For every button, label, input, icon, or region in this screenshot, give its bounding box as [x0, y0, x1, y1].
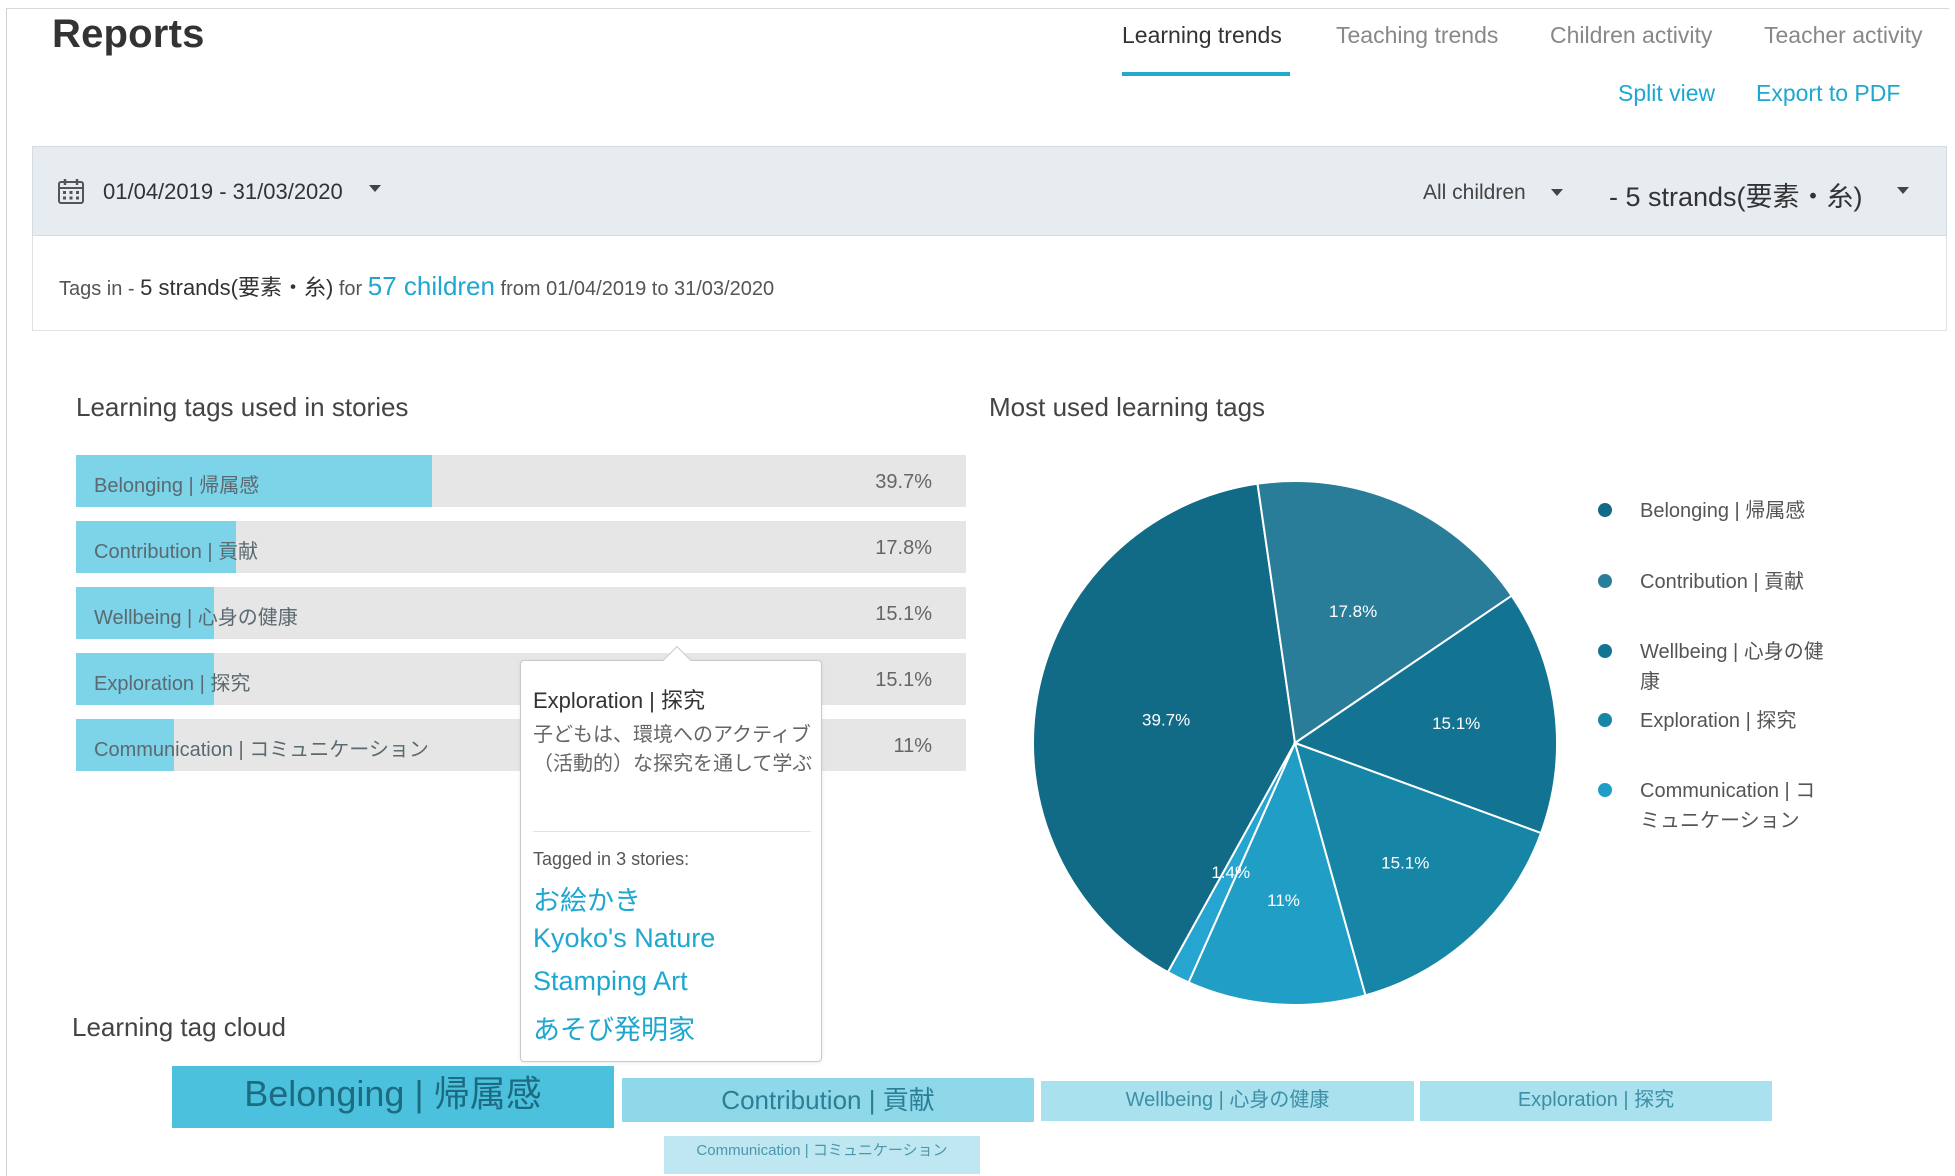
report-tabs: Learning trends Teaching trends Children…: [1100, 22, 1950, 82]
active-tab-indicator: [1122, 72, 1290, 76]
tag-bar-label: Exploration | 探究: [94, 673, 251, 695]
pie-slice-label: 15.1%: [1432, 714, 1480, 733]
tag-bar-value: 39.7%: [875, 471, 932, 493]
tag-bar-label: Wellbeing | 心身の健康: [94, 607, 298, 629]
legend-label: Communication | コミュニケーション: [1640, 780, 1816, 832]
summary-line: Tags in - 5 strands(要素・糸) for 57 childre…: [59, 270, 774, 302]
tooltip-description: 子どもは、環境へのアクティブ（活動的）な探究を通して学ぶ: [533, 724, 813, 775]
date-range-select[interactable]: 01/04/2019 - 31/03/2020: [103, 179, 343, 205]
tab-learning-trends[interactable]: Learning trends: [1122, 22, 1282, 49]
summary-prefix: Tags in -: [59, 278, 135, 300]
tag-bar-value: 15.1%: [875, 603, 932, 625]
tab-teacher-activity[interactable]: Teacher activity: [1764, 22, 1923, 49]
story-link[interactable]: あそび発明家: [533, 1008, 695, 1047]
pie-slice-label: 1.4%: [1211, 863, 1250, 882]
legend-swatch: [1598, 713, 1612, 727]
tooltip-tagged-count: Tagged in 3 stories:: [533, 849, 690, 869]
calendar-icon[interactable]: [57, 177, 85, 205]
legend-swatch: [1598, 503, 1612, 517]
tooltip-divider: [533, 831, 811, 832]
report-summary: Tags in - 5 strands(要素・糸) for 57 childre…: [32, 236, 1947, 331]
tag-bar[interactable]: Wellbeing | 心身の健康 15.1%: [76, 587, 966, 639]
children-select[interactable]: All children: [1423, 181, 1526, 205]
chevron-down-icon[interactable]: [369, 185, 381, 192]
pie-chart: 39.7% 17.8% 15.1% 15.1% 11% 1.4%: [1030, 478, 1560, 1008]
legend-label: Belonging | 帰属感: [1640, 500, 1806, 522]
tooltip-title: Exploration | 探究: [533, 688, 706, 713]
tag-bar-value: 15.1%: [875, 669, 932, 691]
story-link[interactable]: お絵かき: [533, 879, 641, 918]
cloud-section-title: Learning tag cloud: [72, 1012, 286, 1042]
tag-bar[interactable]: Belonging | 帰属感 39.7%: [76, 455, 966, 507]
tag-bar[interactable]: Contribution | 貢献 17.8%: [76, 521, 966, 573]
filter-bar: 01/04/2019 - 31/03/2020 All children - 5…: [32, 146, 1947, 236]
pie-chart-svg: 39.7% 17.8% 15.1% 15.1% 11% 1.4%: [1032, 480, 1558, 1006]
legend-label: Exploration | 探究: [1640, 710, 1797, 732]
split-view-link[interactable]: Split view: [1618, 80, 1715, 107]
strands-select[interactable]: - 5 strands(要素・糸): [1609, 175, 1863, 214]
cloud-tag[interactable]: Contribution | 貢献: [622, 1078, 1034, 1122]
children-count-link[interactable]: 57 children: [368, 271, 495, 301]
pie-slice-label: 39.7%: [1142, 710, 1190, 729]
story-link[interactable]: Kyoko's Nature: [533, 923, 715, 954]
tag-bar-label: Belonging | 帰属感: [94, 475, 260, 497]
chevron-down-icon[interactable]: [1897, 187, 1909, 194]
legend-swatch: [1598, 783, 1612, 797]
bar-section-title: Learning tags used in stories: [76, 392, 409, 422]
summary-range: from 01/04/2019 to 31/03/2020: [500, 278, 775, 300]
cloud-tag[interactable]: Exploration | 探究: [1420, 1081, 1772, 1121]
tag-tooltip: Exploration | 探究 子どもは、環境へのアクティブ（活動的）な探究を…: [520, 645, 822, 1062]
cloud-tag[interactable]: Wellbeing | 心身の健康: [1041, 1081, 1414, 1121]
tab-children-activity[interactable]: Children activity: [1550, 22, 1712, 49]
pie-slice-label: 17.8%: [1329, 602, 1377, 621]
tag-bar-label: Contribution | 貢献: [94, 541, 259, 563]
cloud-tag[interactable]: Belonging | 帰属感: [172, 1066, 614, 1128]
pie-slice-label: 11%: [1267, 891, 1300, 910]
legend-label: Contribution | 貢献: [1640, 571, 1805, 593]
story-link[interactable]: Stamping Art: [533, 966, 688, 997]
tag-bar-value: 11%: [893, 735, 932, 757]
tag-bar-label: Communication | コミュニケーション: [94, 739, 429, 761]
summary-strands: 5 strands(要素・糸): [140, 275, 334, 300]
export-pdf-link[interactable]: Export to PDF: [1756, 80, 1900, 107]
pie-section-title: Most used learning tags: [989, 392, 1266, 422]
tag-bar-value: 17.8%: [875, 537, 932, 559]
legend-swatch: [1598, 644, 1612, 658]
summary-for: for: [338, 278, 363, 300]
page-title: Reports: [52, 12, 205, 56]
pie-slice-label: 15.1%: [1381, 853, 1429, 872]
tab-teaching-trends[interactable]: Teaching trends: [1336, 22, 1498, 49]
cloud-tag[interactable]: Communication | コミュニケーション: [664, 1136, 980, 1174]
legend-label: Wellbeing | 心身の健康: [1640, 641, 1824, 693]
chevron-down-icon[interactable]: [1551, 189, 1563, 196]
legend-swatch: [1598, 574, 1612, 588]
